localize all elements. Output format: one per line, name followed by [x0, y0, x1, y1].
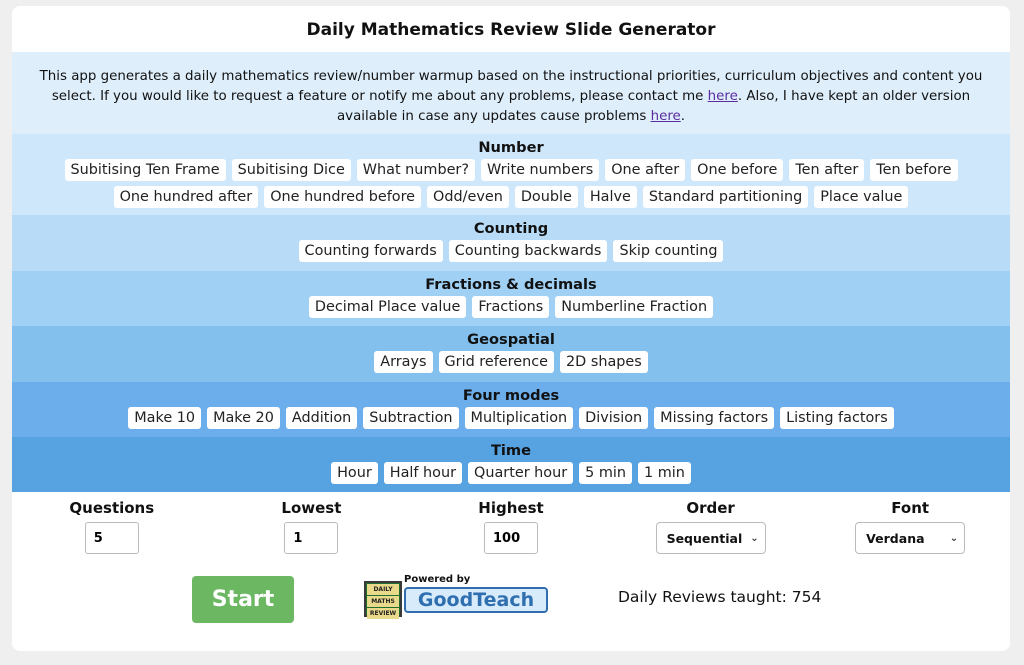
section-1: Counting Counting forwards Counting backwa… [12, 215, 1010, 271]
topic-chip-list: Hour Half hour Quarter hour 5 min 1 min [12, 460, 1010, 487]
topic-chip[interactable]: Standard partitioning [642, 186, 809, 208]
topic-chip[interactable]: Make 10 [128, 407, 202, 429]
section-heading: Time [490, 442, 532, 459]
topic-chip[interactable]: Hour [331, 462, 378, 484]
chevron-down-icon: ⌄ [949, 532, 959, 544]
topic-chip[interactable]: Grid reference [438, 351, 555, 373]
topic-chip[interactable]: Halve [583, 186, 637, 208]
section-3: Geospatial Arrays Grid reference 2D shapes [12, 326, 1010, 382]
section-2: Fractions & decimals Decimal Place value F… [12, 271, 1010, 326]
topic-chip[interactable]: Multiplication [464, 407, 574, 429]
page-title: Daily Mathematics Review Slide Generator [306, 20, 716, 40]
app-card: Daily Mathematics Review Slide Generator… [12, 6, 1010, 651]
topic-chip[interactable]: Arrays [374, 351, 433, 373]
order-select[interactable]: Sequential ⌄ [655, 522, 766, 554]
topic-chip[interactable]: Division [579, 407, 649, 429]
logo-badge-2: MATHS [367, 596, 399, 607]
questions-control: Questions [12, 498, 212, 578]
contact-link[interactable]: here [708, 89, 738, 104]
action-bar: Start DAILY MATHS REVIEW Powered by Good… [12, 574, 1010, 648]
topic-chip[interactable]: Counting forwards [298, 240, 443, 262]
topic-chip[interactable]: Subitising Ten Frame [64, 159, 226, 181]
section-heading: Number [478, 139, 544, 156]
order-control: Order Sequential ⌄ [611, 498, 811, 578]
topic-chip-list: Decimal Place value Fractions Numberline F… [12, 294, 1010, 321]
topic-chip[interactable]: 1 min [638, 462, 691, 484]
topic-chip[interactable]: Ten after [789, 159, 865, 181]
section-heading: Four modes [462, 387, 560, 404]
topic-chip[interactable]: Double [514, 186, 578, 208]
intro-text: This app generates a daily mathematics r… [12, 52, 1010, 134]
topic-chip[interactable]: 2D shapes [560, 351, 648, 373]
intro-text-3: . [680, 109, 686, 124]
topic-chip-list: Make 10 Make 20 Addition Subtraction Multipl… [12, 405, 1010, 432]
topic-chip[interactable]: Odd/even [427, 186, 509, 208]
topic-chip[interactable]: Fractions [472, 296, 550, 318]
topic-sections: Number Subitising Ten Frame Subitising Dic… [12, 134, 1010, 492]
settings-bar: Questions Lowest Highest Order Sequentia… [12, 492, 1010, 578]
section-heading: Geospatial [467, 331, 555, 348]
topic-chip-list: Counting forwards Counting backwards Skip … [12, 238, 1010, 265]
topic-chip[interactable]: Half hour [383, 462, 463, 484]
lowest-input[interactable] [284, 522, 339, 554]
questions-label: Questions [69, 499, 155, 517]
logo-badge-1: DAILY [367, 584, 399, 595]
topic-chip[interactable]: Skip counting [613, 240, 724, 262]
topic-chip-list: Subitising Ten Frame Subitising Dice What … [12, 157, 1010, 211]
topic-chip[interactable]: One hundred before [264, 186, 422, 208]
section-0: Number Subitising Ten Frame Subitising Dic… [12, 134, 1010, 215]
topic-chip[interactable]: Numberline Fraction [555, 296, 714, 318]
lowest-label: Lowest [281, 499, 342, 517]
topic-chip[interactable]: Listing factors [780, 407, 894, 429]
chevron-down-icon: ⌄ [750, 532, 759, 544]
topic-chip[interactable]: Write numbers [480, 159, 600, 181]
font-select[interactable]: Verdana ⌄ [855, 522, 966, 554]
reviews-taught-counter: Daily Reviews taught: 754 [618, 588, 822, 606]
font-value: Verdana [866, 530, 925, 546]
topic-chip[interactable]: Make 20 [207, 407, 280, 429]
start-button[interactable]: Start [192, 576, 294, 623]
topic-chip[interactable]: Place value [814, 186, 909, 208]
topic-chip[interactable]: One hundred after [113, 186, 259, 208]
topic-chip[interactable]: Ten before [870, 159, 958, 181]
daily-maths-review-logo: DAILY MATHS REVIEW [364, 581, 402, 619]
lowest-control: Lowest [212, 498, 412, 578]
powered-by-label: Powered by [404, 574, 471, 585]
topic-chip[interactable]: Subtraction [363, 407, 459, 429]
topic-chip[interactable]: One after [605, 159, 686, 181]
older-version-link[interactable]: here [651, 109, 681, 124]
highest-control: Highest [411, 498, 611, 578]
section-4: Four modes Make 10 Make 20 Addition Subtract… [12, 382, 1010, 437]
order-label: Order [686, 499, 735, 517]
section-5: Time Hour Half hour Quarter hour 5 min 1 min [12, 437, 1010, 492]
topic-chip[interactable]: Missing factors [654, 407, 775, 429]
font-label: Font [891, 499, 930, 517]
topic-chip-list: Arrays Grid reference 2D shapes [12, 349, 1010, 376]
goodteach-logo[interactable]: GoodTeach [404, 587, 548, 613]
topic-chip[interactable]: Quarter hour [468, 462, 574, 484]
topic-chip[interactable]: One before [691, 159, 784, 181]
section-heading: Fractions & decimals [425, 276, 597, 293]
highest-label: Highest [478, 499, 544, 517]
topic-chip[interactable]: Decimal Place value [308, 296, 467, 318]
topic-chip[interactable]: Subitising Dice [231, 159, 351, 181]
font-control: Font Verdana ⌄ [810, 498, 1010, 578]
topic-chip[interactable]: 5 min [579, 462, 633, 484]
order-value: Sequential [666, 530, 743, 546]
topic-chip[interactable]: Addition [285, 407, 358, 429]
topic-chip[interactable]: Counting backwards [448, 240, 608, 262]
logo-badge-3: REVIEW [367, 608, 399, 619]
questions-input[interactable] [84, 522, 139, 554]
highest-input[interactable] [483, 522, 538, 554]
topic-chip[interactable]: What number? [356, 159, 475, 181]
section-heading: Counting [473, 220, 549, 237]
